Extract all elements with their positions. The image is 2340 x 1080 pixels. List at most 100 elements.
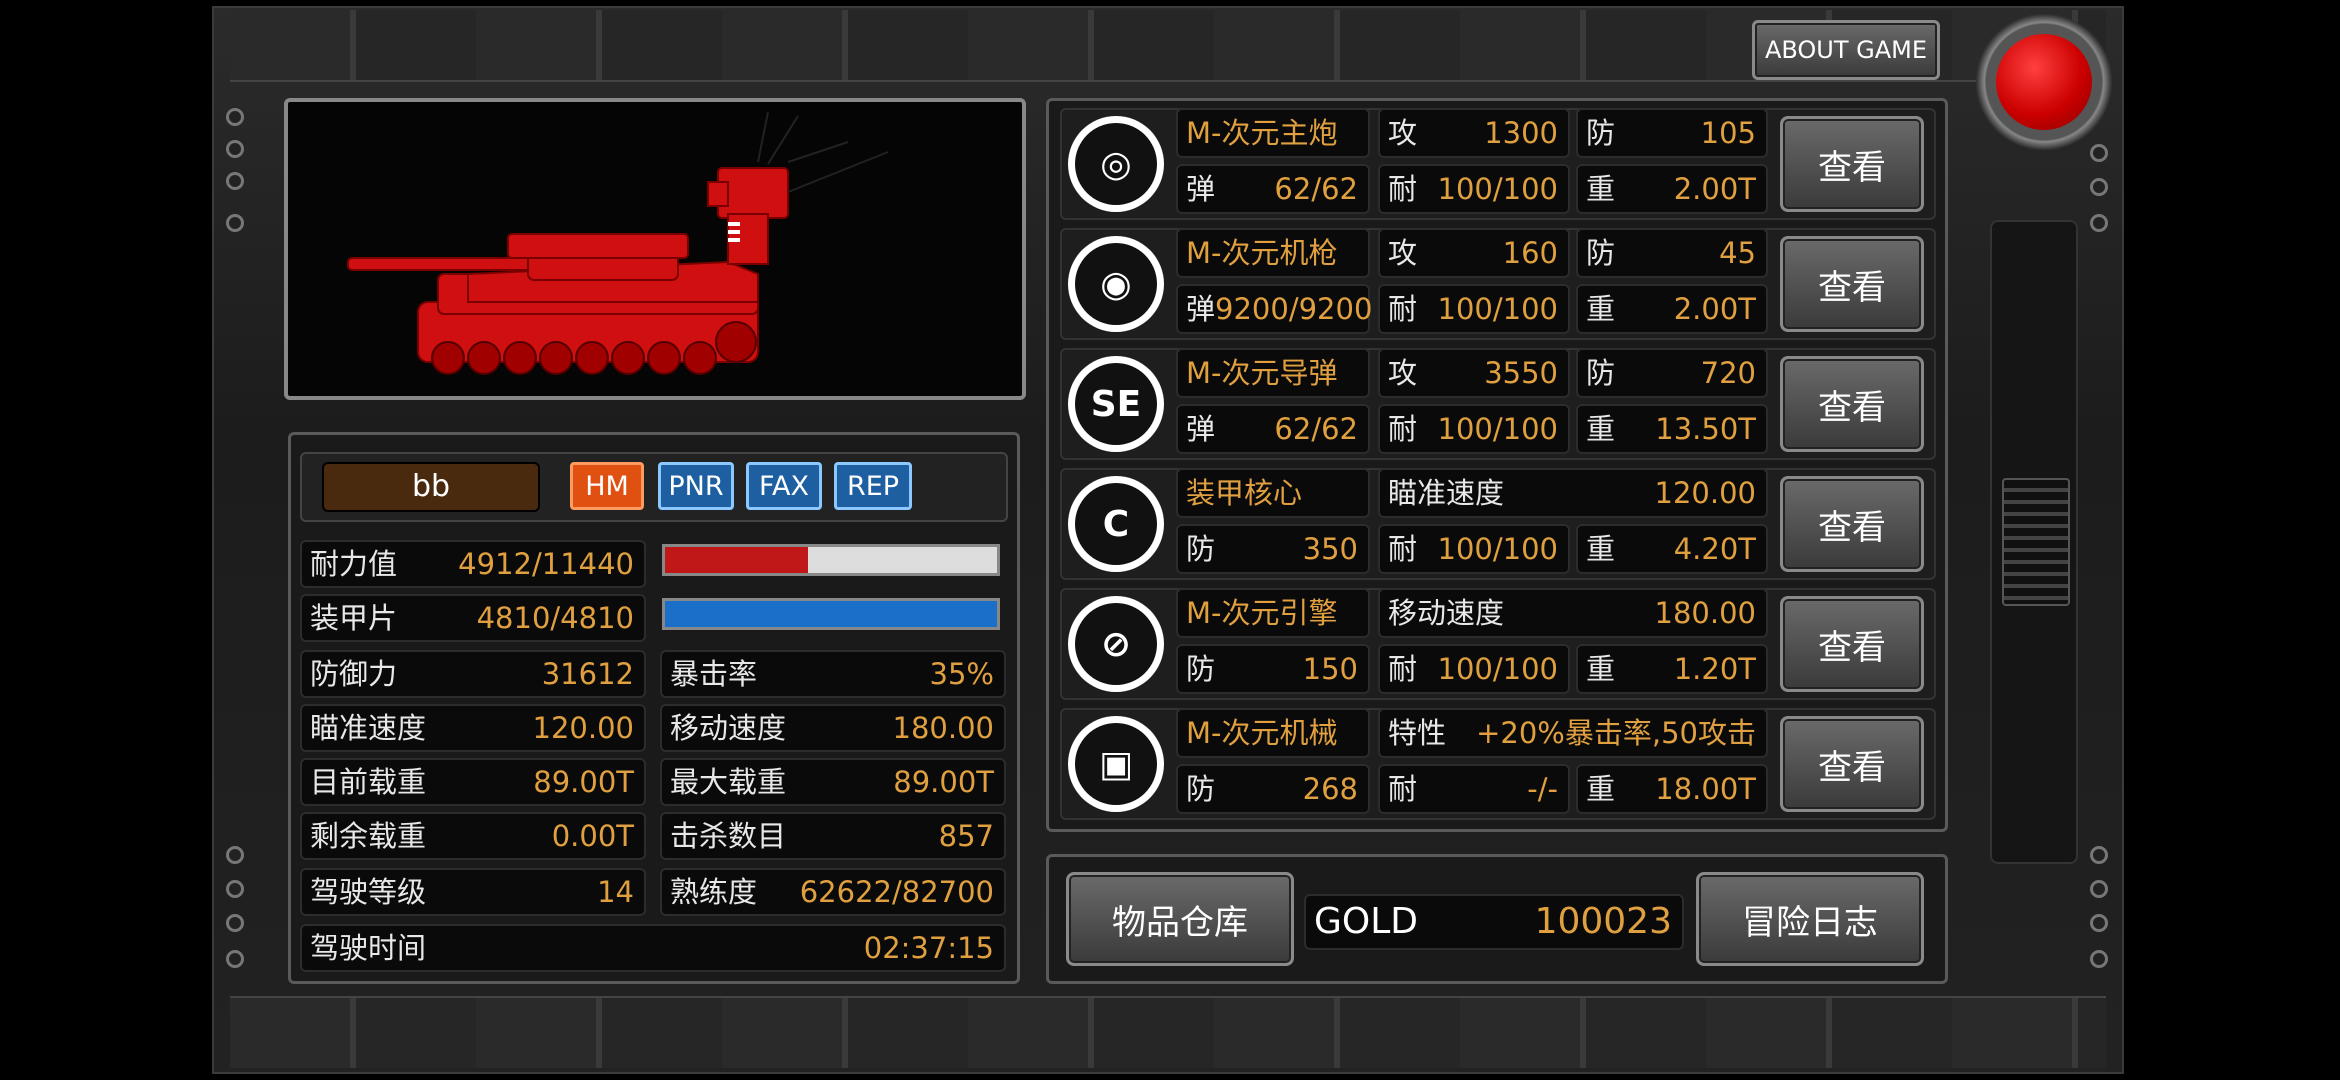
equipment-stat-label: 弹 (1186, 171, 1216, 206)
stat-label: 击杀数目 (670, 818, 787, 853)
stat-value: 35% (929, 656, 994, 691)
armor-label: 装甲片 (310, 600, 398, 635)
equipment-stat: 弹 62/62 (1176, 164, 1370, 214)
bolt-icon (226, 172, 244, 190)
equipment-name: 装甲核心 (1176, 468, 1370, 518)
bolt-icon (226, 914, 244, 932)
stat-driver-level: 驾驶等级 14 (300, 868, 646, 916)
equipment-stat-value: 4.20T (1673, 531, 1756, 566)
armor-core-icon: C (1068, 476, 1164, 572)
equipment-stat-label: 防 (1186, 531, 1216, 566)
equipment-stat: 耐 100/100 (1378, 404, 1570, 454)
bolt-icon (2090, 178, 2108, 196)
equipment-stat: 重 18.00T (1576, 764, 1768, 814)
durability-bar (662, 544, 1000, 576)
equipment-stat-label: 攻 (1388, 355, 1418, 390)
stat-remaining-load: 剩余载重 0.00T (300, 812, 646, 860)
equipment-stat-value: 150 (1302, 651, 1358, 686)
stat-value: 120.00 (532, 710, 634, 745)
equipment-stat-label: 耐 (1388, 531, 1418, 566)
stat-label: 移动速度 (670, 710, 787, 745)
equipment-icon-glyph: SE (1090, 383, 1142, 425)
view-button[interactable]: 查看 (1780, 716, 1924, 812)
equipment-name-text: M-次元导弹 (1186, 355, 1338, 390)
stat-label: 防御力 (310, 656, 398, 691)
armor-bar-fill (665, 601, 997, 627)
bolt-icon (226, 880, 244, 898)
equipment-icon-inner: ▣ (1075, 723, 1157, 805)
durability-row: 耐力值 4912/11440 (300, 540, 646, 588)
stat-value: 180.00 (892, 710, 994, 745)
stat-value: 0.00T (551, 818, 634, 853)
equipment-icon-inner: C (1075, 483, 1157, 565)
tank-name-field[interactable]: bb (322, 462, 540, 512)
equipment-icon-glyph: ◎ (1100, 143, 1132, 185)
equipment-stat-label: 重 (1586, 771, 1616, 806)
machine-gun-icon: ◉ (1068, 236, 1164, 332)
view-button[interactable]: 查看 (1780, 116, 1924, 212)
equipment-stat: 重 13.50T (1576, 404, 1768, 454)
gold-value: 100023 (1534, 901, 1672, 942)
equipment-stat-value: 9200/9200 (1215, 291, 1373, 326)
equipment-stat-label: 瞄准速度 (1388, 475, 1505, 510)
mechanism-icon: ▣ (1068, 716, 1164, 812)
equipment-name: M-次元主炮 (1176, 108, 1370, 158)
red-round-button[interactable] (1996, 34, 2092, 130)
stat-drive-time: 驾驶时间 02:37:15 (300, 924, 1006, 972)
side-slider-handle[interactable] (2002, 478, 2070, 606)
equipment-stat-label: 防 (1586, 235, 1616, 270)
durability-label: 耐力值 (310, 546, 398, 581)
equipment-stat-label: 攻 (1388, 115, 1418, 150)
equipment-stat-value: 3550 (1484, 355, 1558, 390)
stat-value: 857 (938, 818, 994, 853)
red-tank-image (347, 111, 889, 375)
armor-value: 4810/4810 (476, 600, 634, 635)
gold-display: GOLD 100023 (1304, 894, 1684, 950)
equipment-icon-glyph: ▣ (1098, 743, 1133, 785)
equipment-name-text: M-次元机械 (1186, 715, 1338, 750)
tag-hm[interactable]: HM (570, 462, 644, 510)
equipment-stat: 移动速度 180.00 (1378, 588, 1768, 638)
warehouse-button[interactable]: 物品仓库 (1066, 872, 1294, 966)
equipment-stat: 防 268 (1176, 764, 1370, 814)
equipment-stat-label: 耐 (1388, 291, 1418, 326)
equipment-stat-value: 62/62 (1274, 411, 1358, 446)
equipment-name-text: M-次元引擎 (1186, 595, 1338, 630)
tag-pnr[interactable]: PNR (658, 462, 734, 510)
view-button[interactable]: 查看 (1780, 236, 1924, 332)
adventure-log-button[interactable]: 冒险日志 (1696, 872, 1924, 966)
armor-bar (662, 598, 1000, 630)
equipment-stat: 耐 100/100 (1378, 644, 1570, 694)
equipment-icon-inner: SE (1075, 363, 1157, 445)
engine-icon: ⊘ (1068, 596, 1164, 692)
equipment-stat-value: 180.00 (1654, 595, 1756, 630)
about-game-button[interactable]: ABOUT GAME (1752, 20, 1940, 80)
bolt-icon (226, 140, 244, 158)
equipment-stat-label: 重 (1586, 411, 1616, 446)
tag-fax[interactable]: FAX (746, 462, 822, 510)
equipment-stat-value: 100/100 (1437, 171, 1558, 206)
durability-bar-fill (665, 547, 808, 573)
bolt-icon (226, 108, 244, 126)
equipment-stat-value: 45 (1719, 235, 1756, 270)
stat-aim-speed: 瞄准速度 120.00 (300, 704, 646, 752)
bolt-icon (2090, 144, 2108, 162)
equipment-stat: 弹 62/62 (1176, 404, 1370, 454)
bolt-icon (2090, 950, 2108, 968)
equipment-stat: 弹 9200/9200 (1176, 284, 1372, 334)
equipment-stat-value: 350 (1302, 531, 1358, 566)
view-button[interactable]: 查看 (1780, 356, 1924, 452)
bolt-icon (2090, 880, 2108, 898)
equipment-stat-label: 移动速度 (1388, 595, 1505, 630)
main-cannon-icon: ◎ (1068, 116, 1164, 212)
equipment-stat-value: 120.00 (1654, 475, 1756, 510)
view-button[interactable]: 查看 (1780, 596, 1924, 692)
equipment-stat-value: 1300 (1484, 115, 1558, 150)
bottom-rail (230, 996, 2106, 1068)
equipment-name: M-次元导弹 (1176, 348, 1370, 398)
equipment-icon-inner: ◎ (1075, 123, 1157, 205)
view-button[interactable]: 查看 (1780, 476, 1924, 572)
equipment-stat-value: -/- (1527, 771, 1558, 806)
tag-rep[interactable]: REP (834, 462, 912, 510)
equipment-stat-label: 弹 (1186, 411, 1216, 446)
